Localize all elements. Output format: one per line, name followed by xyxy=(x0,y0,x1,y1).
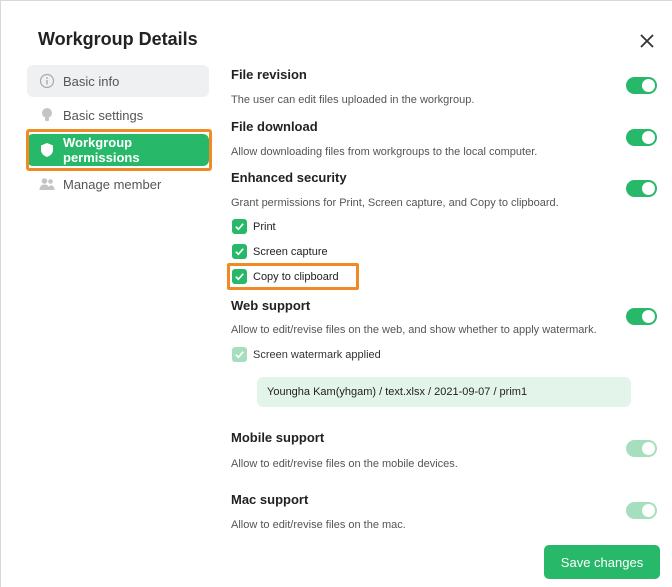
sidebar-item-basic-settings[interactable]: Basic settings xyxy=(27,99,209,131)
enhanced-security-title: Enhanced security xyxy=(231,170,347,185)
bulb-icon xyxy=(39,107,55,123)
check-icon xyxy=(232,269,247,284)
file-revision-desc: The user can edit files uploaded in the … xyxy=(231,94,475,106)
web-support-desc: Allow to edit/revise files on the web, a… xyxy=(231,324,597,336)
file-revision-toggle[interactable] xyxy=(626,77,657,94)
file-revision-title: File revision xyxy=(231,67,307,82)
mac-support-title: Mac support xyxy=(231,492,309,507)
checkbox-label: Screen capture xyxy=(253,245,328,258)
copy-to-clipboard-checkbox[interactable]: Copy to clipboard xyxy=(232,269,339,284)
enhanced-security-toggle[interactable] xyxy=(626,180,657,197)
shield-icon xyxy=(39,142,55,158)
save-changes-button[interactable]: Save changes xyxy=(544,545,660,579)
sidebar-item-label: Workgroup permissions xyxy=(63,135,140,165)
enhanced-security-desc: Grant permissions for Print, Screen capt… xyxy=(231,197,559,209)
mac-support-toggle[interactable] xyxy=(626,502,657,519)
mobile-support-toggle[interactable] xyxy=(626,440,657,457)
check-icon xyxy=(232,347,247,362)
close-icon[interactable] xyxy=(637,31,657,51)
web-support-title: Web support xyxy=(231,298,311,313)
file-download-title: File download xyxy=(231,119,318,134)
checkbox-label: Print xyxy=(253,220,276,233)
screen-watermark-checkbox[interactable]: Screen watermark applied xyxy=(232,347,381,362)
sidebar-item-workgroup-permissions[interactable]: Workgroup permissions xyxy=(27,134,209,166)
print-checkbox[interactable]: Print xyxy=(232,219,276,234)
checkbox-label: Screen watermark applied xyxy=(253,348,381,361)
sidebar-item-manage-member[interactable]: Manage member xyxy=(27,168,209,200)
file-download-toggle[interactable] xyxy=(626,129,657,146)
mac-support-desc: Allow to edit/revise files on the mac. xyxy=(231,519,406,531)
mobile-support-title: Mobile support xyxy=(231,430,325,445)
check-icon xyxy=(232,219,247,234)
mobile-support-desc: Allow to edit/revise files on the mobile… xyxy=(231,458,458,470)
watermark-preview: Youngha Kam(yhgam) / text.xlsx / 2021-09… xyxy=(257,377,631,407)
sidebar-item-label: Basic settings xyxy=(63,107,144,123)
check-icon xyxy=(232,244,247,259)
sidebar-item-basic-info[interactable]: Basic info xyxy=(27,65,209,97)
info-icon xyxy=(39,73,55,89)
web-support-toggle[interactable] xyxy=(626,308,657,325)
sidebar-item-label: Basic info xyxy=(63,73,120,89)
workgroup-details-dialog: Workgroup Details Basic info Basic setti… xyxy=(0,0,672,587)
file-download-desc: Allow downloading files from workgroups … xyxy=(231,146,538,158)
checkbox-label: Copy to clipboard xyxy=(253,270,339,283)
sidebar-item-label: Manage member xyxy=(63,176,162,192)
dialog-title: Workgroup Details xyxy=(38,29,198,49)
people-icon xyxy=(39,176,55,192)
screen-capture-checkbox[interactable]: Screen capture xyxy=(232,244,328,259)
